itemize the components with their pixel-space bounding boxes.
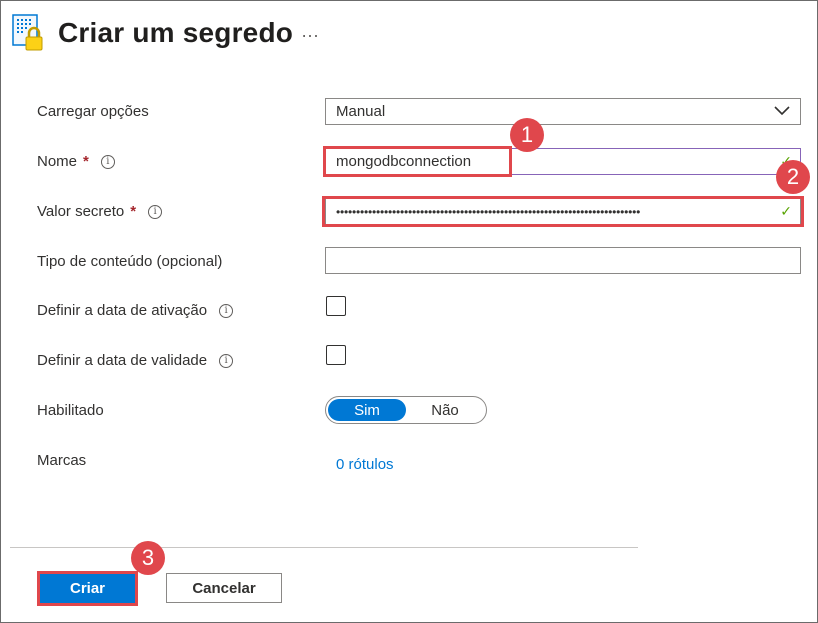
info-icon[interactable]: i (100, 154, 115, 169)
secret-value-label: Valor secreto * i (37, 203, 163, 220)
more-options-button[interactable]: ··· (301, 25, 319, 46)
page-title: Criar um segredo (58, 17, 294, 48)
info-icon[interactable]: i (148, 204, 163, 219)
tags-link[interactable]: 0 rótulos (336, 456, 394, 473)
info-icon[interactable]: i (219, 303, 234, 318)
footer-divider (10, 547, 638, 548)
highlight-box-create (37, 571, 138, 606)
chevron-down-icon (774, 103, 790, 123)
expiration-date-label: Definir a data de validade i (37, 352, 234, 369)
enabled-label-text: Habilitado (37, 402, 104, 419)
upload-options-select[interactable]: Manual (325, 98, 801, 125)
step-badge-3: 3 (131, 541, 165, 575)
activation-date-label: Definir a data de ativação i (37, 302, 234, 319)
tags-label: Marcas (37, 452, 86, 469)
activation-date-label-text: Definir a data de ativação (37, 302, 208, 319)
enabled-label: Habilitado (37, 402, 104, 419)
upload-options-label: Carregar opções (37, 103, 149, 120)
highlight-box-secret (322, 196, 804, 227)
expiration-date-label-text: Definir a data de validade (37, 352, 208, 369)
secret-value-label-text: Valor secreto (37, 203, 125, 220)
cancel-button[interactable]: Cancelar (166, 573, 282, 603)
content-type-field[interactable] (325, 247, 801, 274)
name-label: Nome * i (37, 153, 115, 170)
activation-date-checkbox[interactable] (326, 296, 346, 316)
enabled-no-option[interactable]: Não (406, 399, 484, 421)
tags-label-text: Marcas (37, 452, 87, 469)
step-badge-1: 1 (510, 118, 544, 152)
content-type-label: Tipo de conteúdo (opcional) (37, 253, 222, 270)
highlight-box-name (323, 146, 512, 177)
step-badge-2: 2 (776, 160, 810, 194)
required-marker: * (83, 153, 89, 170)
upload-options-value: Manual (336, 103, 386, 120)
name-label-text: Nome (37, 153, 78, 170)
upload-options-label-text: Carregar opções (37, 103, 149, 120)
info-icon[interactable]: i (219, 353, 234, 368)
enabled-yes-option[interactable]: Sim (328, 399, 406, 421)
required-marker: * (130, 203, 137, 220)
key-vault-secret-icon (10, 12, 46, 54)
page-header: Criar um segredo ··· (10, 8, 319, 58)
content-type-label-text: Tipo de conteúdo (opcional) (37, 253, 223, 270)
enabled-toggle[interactable]: Sim Não (325, 396, 487, 424)
expiration-date-checkbox[interactable] (326, 345, 346, 365)
